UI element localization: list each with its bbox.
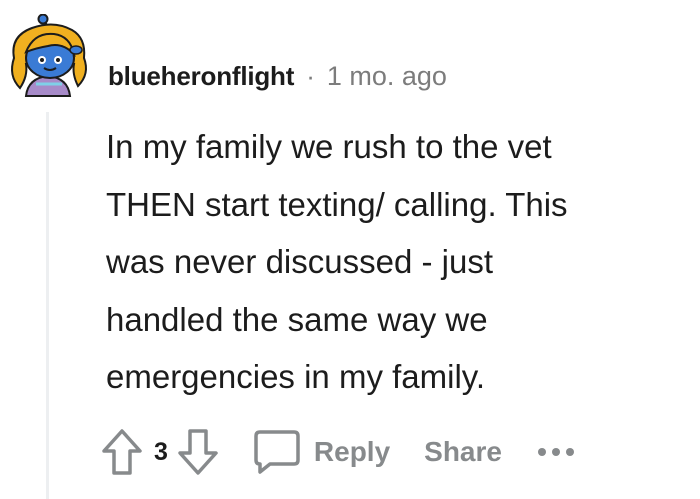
comment: blueheronflight · 1 mo. ago In my family… [0,0,700,499]
upvote-button[interactable] [100,427,144,477]
meta-separator: · [306,60,315,91]
speech-bubble-icon [254,430,300,474]
vote-count: 3 [154,437,168,466]
author-username[interactable]: blueheronflight [108,61,294,92]
comment-meta: blueheronflight · 1 mo. ago [108,58,447,94]
arrow-down-icon [178,429,218,475]
comment-body: In my family we rush to the vet THEN sta… [106,118,696,406]
arrow-up-icon [102,429,142,475]
share-button[interactable]: Share [424,436,502,468]
more-options-icon [537,448,574,456]
reply-label: Reply [313,436,391,467]
downvote-button[interactable] [176,427,220,477]
more-options-button[interactable] [536,445,576,459]
reply-button[interactable]: Reply [252,428,390,476]
user-avatar[interactable] [6,13,92,106]
comment-text: In my family we rush to the vet THEN sta… [106,128,568,395]
snoo-avatar-icon [11,13,87,97]
comment-timestamp[interactable]: 1 mo. ago [327,61,447,92]
comment-action-bar: 3 Reply Share [100,424,576,480]
thread-line[interactable] [46,112,49,499]
